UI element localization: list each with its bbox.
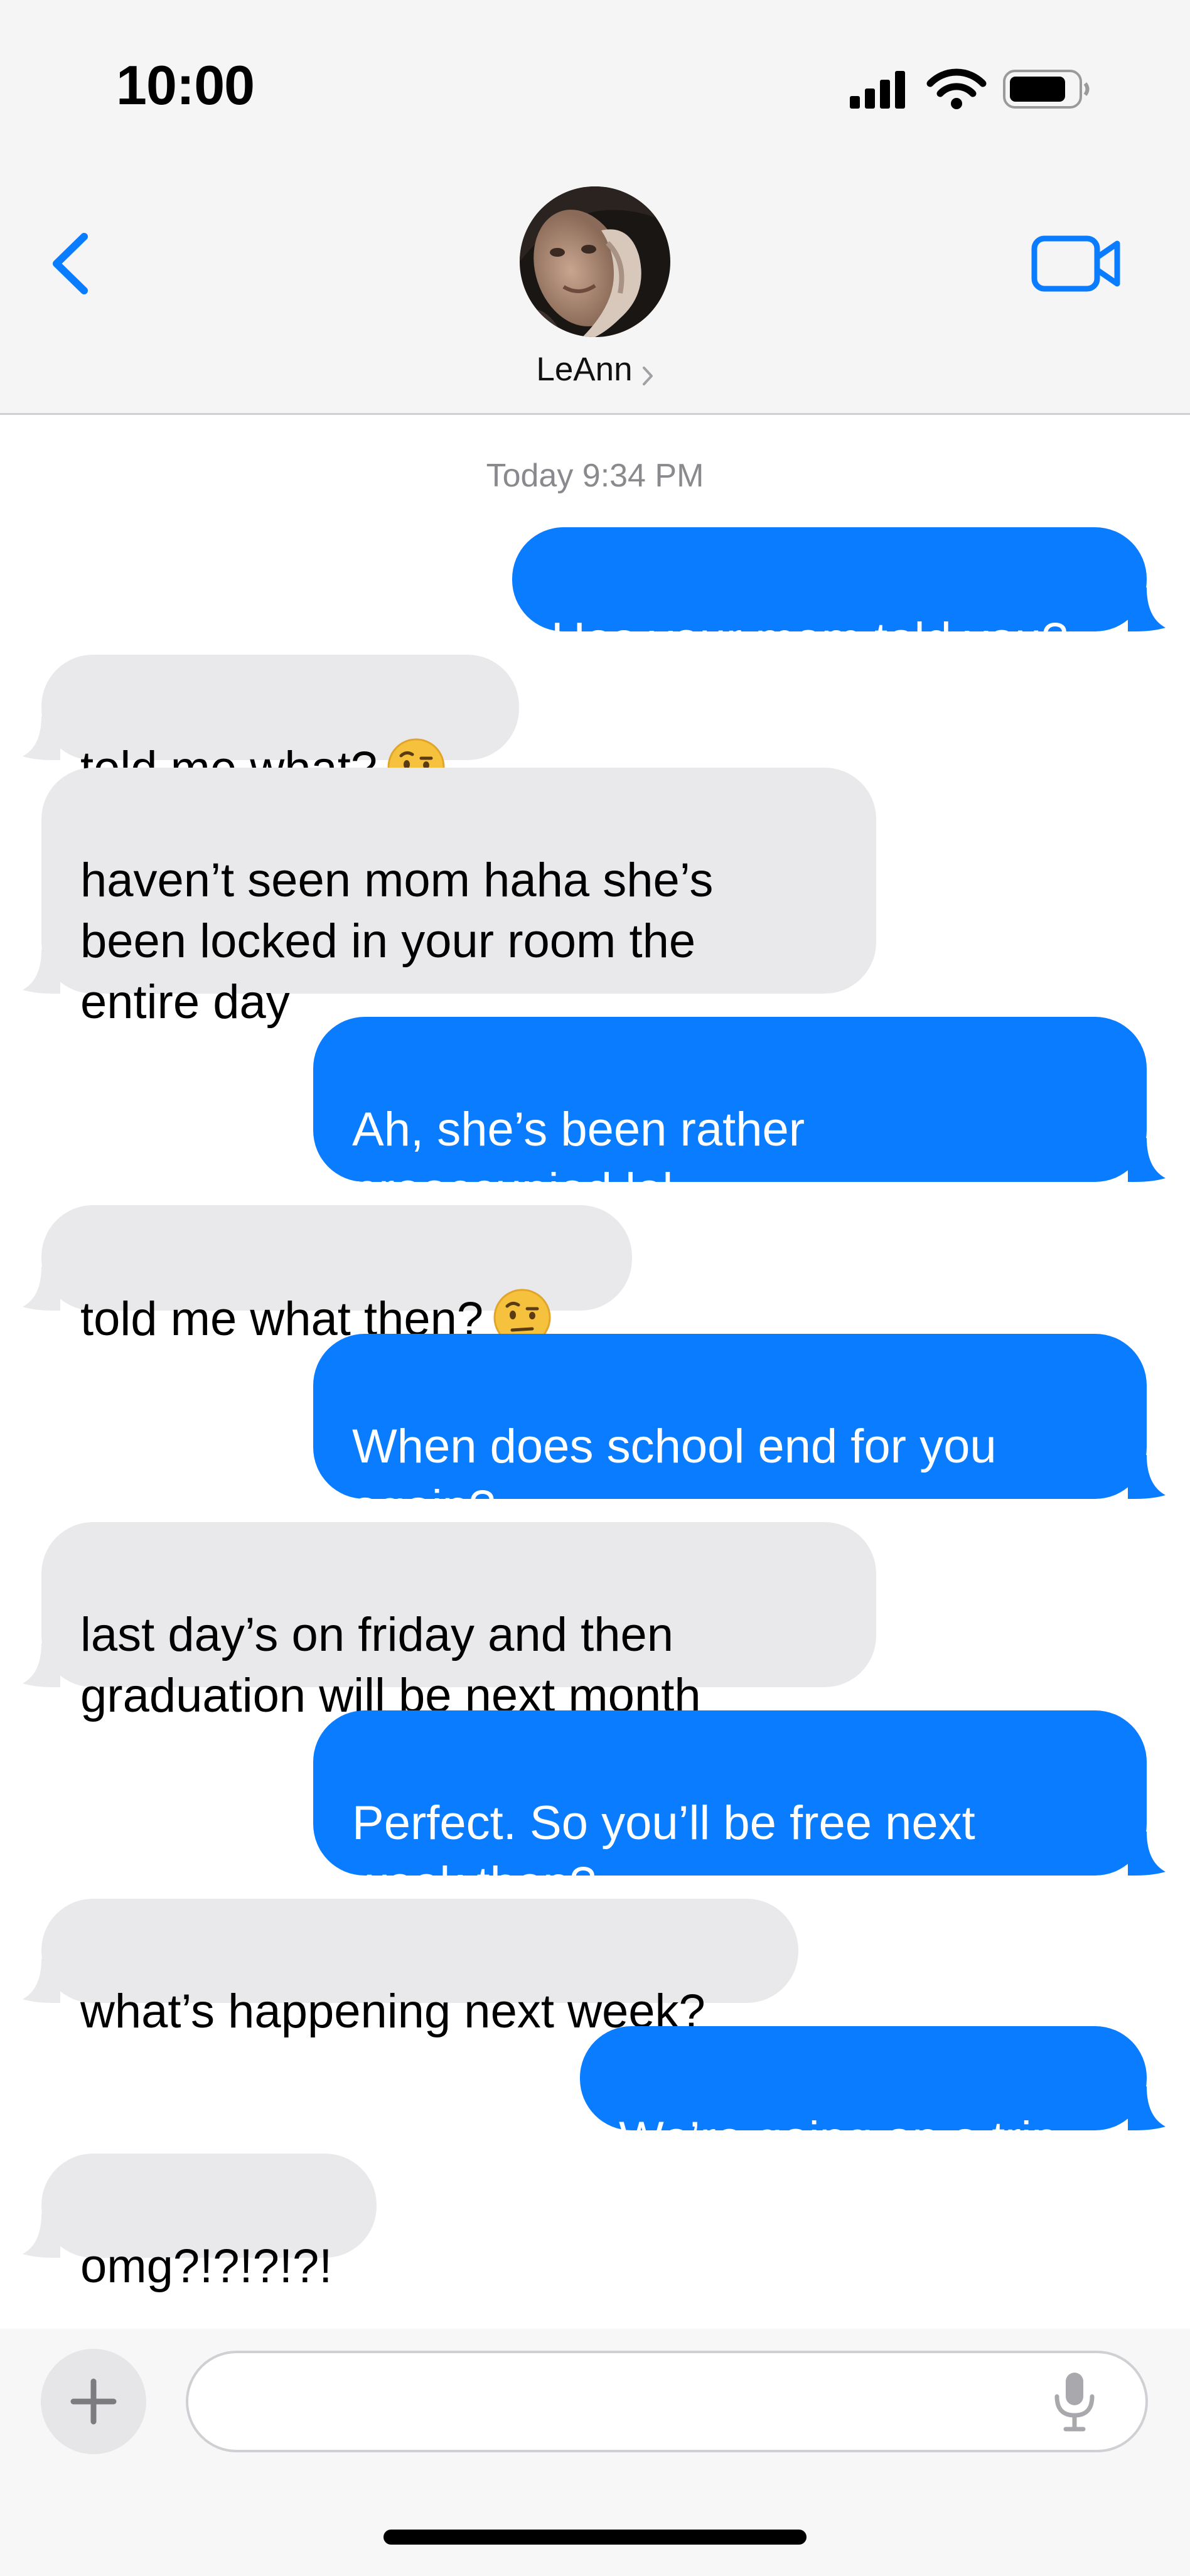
bubble-tail xyxy=(1128,1832,1166,1876)
battery-icon xyxy=(1003,70,1090,109)
message-text: last day’s on friday and then graduation… xyxy=(80,1608,701,1722)
message-bubble-sent[interactable]: Ah, she’s been rather preoccupied lol. xyxy=(313,1017,1166,1217)
message-text: Has your mom told you? xyxy=(551,613,1068,667)
bubble-tail xyxy=(1128,1138,1166,1182)
message-bubble-sent[interactable]: Perfect. So you’ll be free next week the… xyxy=(313,1710,1166,1911)
status-icons xyxy=(850,68,1090,109)
bubble-tail xyxy=(23,1959,60,2003)
message-bubble-received[interactable]: haven’t seen mom haha she’s been locked … xyxy=(23,768,876,1029)
message-text: haven’t seen mom haha she’s been locked … xyxy=(80,854,714,1029)
message-text: Perfect. So you’ll be free next week the… xyxy=(352,1796,975,1911)
bubble-tail xyxy=(23,716,60,760)
facetime-video-button[interactable] xyxy=(1029,232,1123,295)
microphone-icon[interactable] xyxy=(1049,2370,1100,2433)
message-bubble-received[interactable]: told me what then? xyxy=(23,1205,632,1346)
bubble-tail xyxy=(23,2214,60,2258)
message-bubble-sent[interactable]: Has your mom told you? xyxy=(512,527,1166,667)
cellular-signal-icon xyxy=(850,71,905,109)
avatar-photo xyxy=(520,186,670,337)
contact-details-button[interactable]: LeAnn xyxy=(0,350,1190,389)
home-indicator xyxy=(383,2530,807,2545)
wifi-icon xyxy=(926,68,987,109)
message-input[interactable] xyxy=(186,2351,1148,2452)
contact-name: LeAnn xyxy=(536,351,633,388)
chevron-left-icon xyxy=(53,233,88,294)
thread-timestamp: Today 9:34 PM xyxy=(486,458,704,494)
message-bubble-received[interactable]: last day’s on friday and then graduation… xyxy=(23,1522,876,1722)
message-bubble-received[interactable]: what’s happening next week? xyxy=(23,1899,798,2038)
status-time: 10:00 xyxy=(116,54,255,116)
bubble-tail xyxy=(23,1267,60,1311)
conversation-header: 10:00 LeAnn xyxy=(0,0,1190,415)
video-camera-icon xyxy=(1031,235,1120,292)
message-bubble-sent[interactable]: We’re going on a trip. xyxy=(580,2026,1166,2165)
bubble-tail xyxy=(1128,1455,1166,1499)
message-bubble-received[interactable]: omg?!?!?!?! xyxy=(23,2154,377,2293)
message-text: Ah, she’s been rather preoccupied lol. xyxy=(352,1103,805,1217)
bubble-tail xyxy=(1128,2086,1166,2130)
message-text: omg?!?!?!?! xyxy=(80,2240,333,2293)
add-attachment-button[interactable] xyxy=(41,2349,146,2454)
bubble-tail xyxy=(23,1643,60,1687)
bubble-tail xyxy=(1128,588,1166,631)
message-bubble-received[interactable]: told me what? xyxy=(23,655,519,796)
chevron-right-icon xyxy=(642,366,653,385)
message-text: When does school end for you again? xyxy=(352,1420,997,1534)
back-button[interactable] xyxy=(39,223,108,304)
plus-icon xyxy=(70,2378,117,2425)
message-text: We’re going on a trip. xyxy=(619,2112,1071,2165)
contact-avatar[interactable] xyxy=(520,186,670,337)
bubble-tail xyxy=(23,950,60,994)
message-bubble-sent[interactable]: When does school end for you again? xyxy=(313,1334,1166,1534)
